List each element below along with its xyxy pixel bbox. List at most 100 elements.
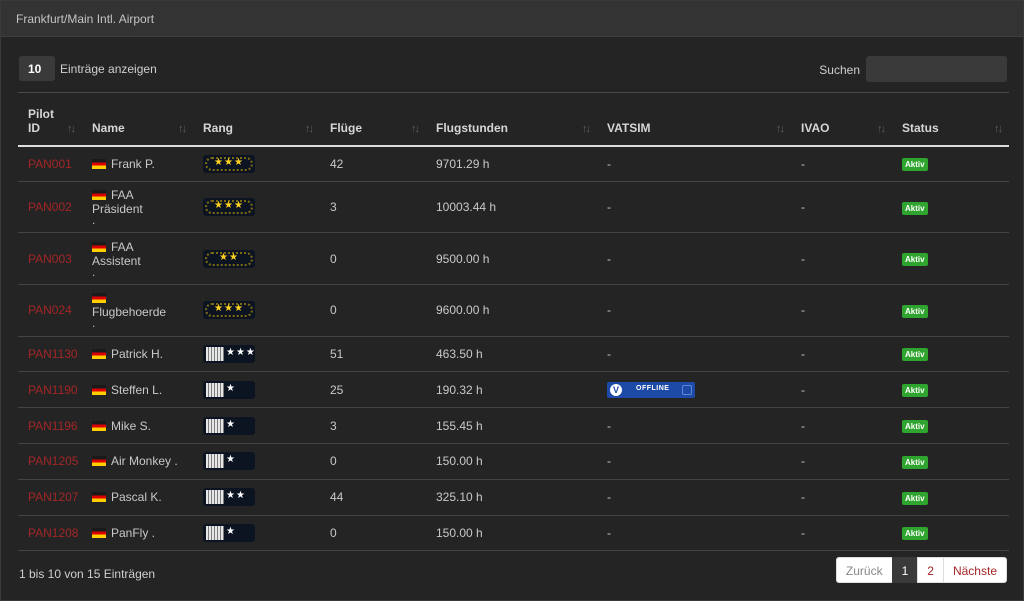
germany-flag-icon [92,527,106,538]
flights-cell: 44 [320,479,426,516]
column-header-status[interactable]: Status ↑↓ [892,92,1009,147]
germany-flag-icon [92,384,106,395]
ivao-cell: - [791,479,892,516]
sort-updown-icon[interactable]: ↑↓ [582,123,591,135]
status-badge: Aktiv [902,491,928,505]
name-cell: Steffen L. [82,371,193,409]
pilot-id-link[interactable]: PAN002 [28,200,72,214]
sort-updown-icon[interactable]: ↑↓ [994,123,1003,135]
pilot-id-cell: PAN1130 [18,336,82,373]
column-header-flugstunden[interactable]: Flugstunden ↑↓ [426,92,597,147]
status-badge: Aktiv [902,201,928,215]
rank-bars-icon [206,490,224,505]
name-suffix: . [92,316,96,331]
column-header-rang[interactable]: Rang ↑↓ [193,92,320,147]
status-cell: Aktiv [892,371,1009,409]
vatsim-value: - [607,251,611,266]
column-header-ivao[interactable]: IVAO ↑↓ [791,92,892,147]
rank-bars-icon [206,525,224,540]
page-button-2[interactable]: 2 [917,557,944,583]
status-cell: Aktiv [892,407,1009,444]
hours-cell: 9600.00 h [426,284,597,337]
status-badge: Aktiv [902,304,928,318]
table-row: PAN002 FAA Präsident. ★★★ 3 10003.44 h - - Akti… [18,181,1009,234]
page-length-select[interactable]: 10 [19,56,55,81]
pilot-name: Steffen L. [111,382,163,397]
rank-insignia: ★★★ [203,154,255,173]
rank-cell: ★★★ [193,336,320,373]
search-input[interactable] [866,56,1007,82]
pilot-id-link[interactable]: PAN001 [28,157,72,171]
column-header-vatsim[interactable]: VATSIM ↑↓ [597,92,791,147]
hours-cell: 155.45 h [426,407,597,444]
rank-stars: ★★★ [214,156,244,168]
sort-updown-icon[interactable]: ↑↓ [178,123,187,135]
pilot-id-link[interactable]: PAN024 [28,303,72,317]
ivao-cell: - [791,284,892,337]
vatsim-status-badge[interactable]: V OFFLINE [607,381,695,398]
status-badge: Aktiv [902,420,928,434]
column-header-fluege[interactable]: Flüge ↑↓ [320,92,426,147]
table-info: 1 bis 10 von 15 Einträgen [19,567,156,581]
ivao-cell: - [791,145,892,182]
rank-stars: ★★★ [226,346,255,358]
rank-cell: ★ [193,407,320,444]
pilot-name: Mike S. [111,418,152,433]
pilot-id-cell: PAN1196 [18,407,82,444]
rank-insignia: ★★★ [203,198,255,217]
vatsim-logo-icon: V [610,383,622,396]
pilot-id-link[interactable]: PAN1205 [28,454,78,468]
page-length-label: Einträge anzeigen [60,62,157,76]
page-button-1[interactable]: 1 [891,557,919,583]
hours-cell: 325.10 h [426,479,597,516]
vatsim-value: - [607,303,611,318]
hours-cell: 10003.44 h [426,181,597,234]
vatsim-value: - [607,454,611,469]
rank-insignia: ★★ [203,488,255,507]
hours-cell: 9500.00 h [426,232,597,285]
rank-bars-icon [206,346,224,361]
panel-title: Frankfurt/Main Intl. Airport [1,1,1023,37]
pilot-name: PanFly . [111,525,156,540]
pilot-id-cell: PAN003 [18,232,82,285]
vatsim-value: - [607,346,611,361]
pagination: Zurück 1 2 Nächste [835,557,1007,583]
germany-flag-icon [92,348,106,359]
sort-updown-icon[interactable]: ↑↓ [776,123,785,135]
status-cell: Aktiv [892,515,1009,552]
prev-page-button[interactable]: Zurück [835,557,893,583]
sort-updown-icon[interactable]: ↑↓ [411,123,420,135]
flights-cell: 3 [320,181,426,234]
status-badge: Aktiv [902,158,928,172]
rank-insignia: ★ [203,452,255,471]
column-header-pilot-id[interactable]: Pilot ID ↑↓ [18,92,82,147]
pilot-id-link[interactable]: PAN1196 [28,419,78,433]
rank-insignia: ★★★ [203,301,255,320]
pilot-id-link[interactable]: PAN1208 [28,526,78,540]
next-page-button[interactable]: Nächste [942,557,1007,583]
pilot-id-cell: PAN1208 [18,515,82,552]
flights-cell: 3 [320,407,426,444]
pilot-id-link[interactable]: PAN003 [28,252,72,266]
column-header-name[interactable]: Name ↑↓ [82,92,193,147]
flights-cell: 0 [320,515,426,552]
status-cell: Aktiv [892,232,1009,285]
pilot-id-link[interactable]: PAN1190 [28,383,78,397]
table-header-row: Pilot ID ↑↓ Name ↑↓ Rang ↑↓ Flüge ↑↓ Flugstun… [18,92,1009,147]
sort-updown-icon[interactable]: ↑↓ [67,123,76,135]
pilot-id-cell: PAN1190 [18,371,82,409]
status-badge: Aktiv [902,455,928,469]
ivao-cell: - [791,371,892,409]
sort-updown-icon[interactable]: ↑↓ [305,123,314,135]
pilot-id-link[interactable]: PAN1207 [28,490,78,504]
germany-flag-icon [92,241,106,252]
rank-insignia: ★ [203,380,255,399]
ivao-cell: - [791,232,892,285]
pilot-id-cell: PAN1205 [18,443,82,480]
vatsim-value: - [607,200,611,215]
sort-updown-icon[interactable]: ↑↓ [877,123,886,135]
table-row: PAN1196 Mike S. ★ 3 155.45 h - - Aktiv [18,407,1009,444]
germany-flag-icon [92,158,106,169]
pilot-id-link[interactable]: PAN1130 [28,347,78,361]
status-badge: Aktiv [902,384,928,398]
